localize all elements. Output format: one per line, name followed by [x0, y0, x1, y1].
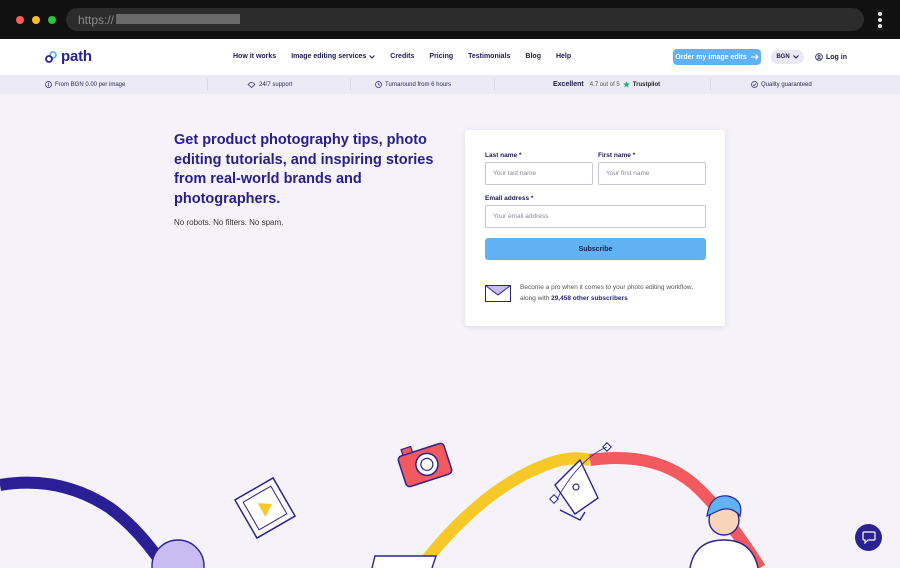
logo-icon: [45, 50, 57, 63]
nav-help[interactable]: Help: [556, 53, 571, 60]
chat-button[interactable]: [855, 524, 882, 551]
usp-bar: From BGN 0.00 per image 24/7 support Tur…: [0, 75, 900, 94]
photo-frame-icon: [233, 476, 297, 540]
nav-image-editing-services[interactable]: Image editing services: [291, 53, 376, 60]
chevron-down-icon: [792, 55, 799, 59]
navy-curve: [0, 476, 171, 568]
camera-icon: [397, 442, 453, 488]
divider: [207, 79, 208, 90]
nav-credits[interactable]: Credits: [390, 53, 414, 60]
usp-support: 24/7 support: [247, 81, 292, 88]
trustpilot-star-icon: [622, 81, 630, 88]
person-illustration: [689, 495, 759, 568]
currency-select[interactable]: BGN: [771, 50, 804, 64]
logo-text: path: [61, 48, 92, 65]
url-prefix: https://: [78, 13, 115, 27]
coin-icon: [45, 81, 52, 88]
page-subtitle: No robots. No filters. No spam.: [174, 218, 284, 227]
subscribe-button[interactable]: Subscribe: [485, 238, 706, 260]
email-input[interactable]: [485, 205, 706, 228]
chevron-down-icon: [369, 54, 376, 59]
email-label: Email address *: [485, 195, 534, 202]
browser-chrome: https://: [0, 0, 900, 39]
nav-label: Image editing services: [291, 53, 367, 60]
address-bar[interactable]: https://: [66, 8, 864, 31]
usp-turnaround-text: Turnaround from 6 hours: [385, 81, 452, 88]
chat-icon: [861, 531, 876, 544]
divider: [494, 79, 495, 90]
order-image-edits-button[interactable]: Order my image edits: [673, 49, 761, 65]
first-name-label: First name *: [598, 152, 636, 159]
nav-pricing[interactable]: Pricing: [429, 53, 453, 60]
minimize-window-dot[interactable]: [32, 16, 40, 24]
nav-how-it-works[interactable]: How it works: [233, 53, 276, 60]
clock-icon: [375, 81, 382, 88]
user-icon: [815, 53, 823, 61]
laptop-illustration: [371, 555, 437, 568]
usp-price-text: From BGN 0.00 per image: [55, 81, 126, 88]
divider: [350, 79, 351, 90]
hero-illustration: [0, 442, 766, 568]
last-name-input[interactable]: [485, 162, 593, 185]
order-button-label: Order my image edits: [675, 53, 747, 61]
trustpilot-label[interactable]: Trustpilot: [633, 82, 660, 88]
newsletter-form: Last name * First name * Email address *…: [465, 130, 725, 326]
page-title: Get product photography tips, photo edit…: [174, 132, 434, 207]
first-name-input[interactable]: [598, 162, 706, 185]
login-link[interactable]: Log in: [815, 53, 847, 61]
nav-blog[interactable]: Blog: [525, 53, 541, 60]
support-icon: [247, 82, 256, 88]
main-nav: How it works Image editing services Cred…: [233, 53, 571, 60]
browser-menu-icon[interactable]: [878, 12, 882, 28]
usp-quality: Quality guaranteed: [751, 81, 812, 88]
usp-turnaround: Turnaround from 6 hours: [375, 81, 451, 88]
close-window-dot[interactable]: [16, 16, 24, 24]
rating-value: 4.7 out of 5: [589, 81, 620, 88]
logo[interactable]: path: [44, 48, 92, 65]
login-label: Log in: [826, 53, 847, 61]
last-name-label: Last name *: [485, 152, 522, 159]
divider: [710, 79, 711, 90]
usp-price: From BGN 0.00 per image: [45, 81, 125, 88]
redacted-url: [116, 14, 240, 24]
maximize-window-dot[interactable]: [48, 16, 56, 24]
subscriber-count: 29,458 other subscribers: [551, 295, 628, 302]
usp-support-text: 24/7 support: [259, 81, 293, 88]
usp-quality-text: Quality guaranteed: [761, 81, 812, 88]
arrow-right-icon: [750, 54, 759, 60]
usp-rating: Excellent 4.7 out of 5 Trustpilot: [553, 81, 660, 88]
shield-icon: [751, 81, 758, 88]
curly-hair-illustration: [151, 539, 205, 568]
envelope-icon: [485, 285, 511, 302]
subscriber-note: Become a pro when it comes to your photo…: [520, 282, 705, 304]
currency-value: BGN: [776, 54, 790, 60]
nav-testimonials[interactable]: Testimonials: [468, 53, 510, 60]
rating-word: Excellent: [553, 81, 584, 88]
site-header: path How it works Image editing services…: [0, 39, 900, 75]
